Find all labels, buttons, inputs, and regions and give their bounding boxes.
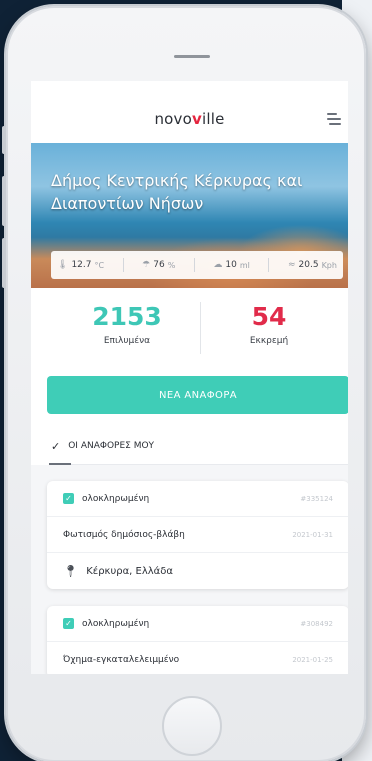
stats-divider — [200, 302, 201, 354]
municipality-hero: Δήμος Κεντρικής Κέρκυρας και Διαποντίων … — [31, 143, 348, 288]
checkmark-icon: ✓ — [51, 439, 61, 453]
report-title-row: Όχημα-εγκαταλελειμμένο 2021-01-25 — [47, 642, 348, 674]
wind-icon: ≈ — [287, 260, 296, 270]
new-report-button[interactable]: ΝΕΑ ΑΝΑΦΟΡΑ — [47, 376, 348, 414]
report-location: Κέρκυρα, Ελλάδα — [86, 565, 173, 577]
novoville-logo: novoville — [154, 110, 225, 128]
completed-check-icon: ✓ — [63, 493, 74, 504]
rain-item: ☁︎ 10 ml — [213, 260, 250, 270]
municipality-title: Δήμος Κεντρικής Κέρκυρας και Διαποντίων … — [51, 171, 303, 213]
pending-count: 54 — [251, 302, 287, 331]
tab-my-reports[interactable]: ✓ ΟΙ ΑΝΑΦΟΡΕΣ ΜΟΥ — [51, 436, 154, 456]
report-card[interactable]: ✓ ολοκληρωμένη #335124 Φωτισμός δημόσιος… — [47, 481, 348, 589]
humidity-item: ☂︎ 76% — [142, 260, 176, 270]
report-location-row: 📍︎ Κέρκυρα, Ελλάδα — [47, 553, 348, 589]
menu-icon[interactable] — [327, 113, 343, 125]
report-id: #335124 — [300, 494, 333, 503]
report-date: 2021-01-25 — [292, 656, 333, 664]
tab-my-reports-label: ΟΙ ΑΝΑΦΟΡΕΣ ΜΟΥ — [68, 441, 155, 451]
report-status: ολοκληρωμένη — [82, 618, 150, 629]
weather-bar: 🌡︎ 12.7 °C ☂︎ 76% ☁︎ 10 ml ≈ 20.5 Kph — [51, 251, 343, 279]
stats-panel: 2153 Επιλυμένα 54 Εκκρεμή — [31, 288, 348, 376]
solved-count: 2153 — [92, 302, 162, 331]
report-title: Φωτισμός δημόσιος-βλάβη — [63, 529, 185, 540]
app-header: novoville — [31, 81, 348, 143]
solved-stat[interactable]: 2153 Επιλυμένα — [67, 302, 187, 346]
home-button[interactable] — [162, 696, 222, 756]
mute-switch — [2, 126, 6, 154]
temperature-item: 🌡︎ 12.7 °C — [57, 260, 105, 270]
thermometer-icon: 🌡︎ — [57, 260, 69, 270]
report-id: #308492 — [300, 619, 333, 628]
report-title-row: Φωτισμός δημόσιος-βλάβη 2021-01-31 — [47, 517, 348, 553]
report-status-row: ✓ ολοκληρωμένη #335124 — [47, 481, 348, 517]
humidity-icon: ☂︎ — [142, 260, 151, 270]
app-screen: novoville Δήμος Κεντρικής Κέρκυρας και Δ… — [31, 81, 348, 674]
pending-label: Εκκρεμή — [249, 336, 289, 346]
wind-item: ≈ 20.5 Kph — [287, 260, 337, 270]
report-title: Όχημα-εγκαταλελειμμένο — [63, 655, 180, 665]
completed-check-icon: ✓ — [63, 618, 74, 629]
solved-label: Επιλυμένα — [103, 336, 151, 346]
report-date: 2021-01-31 — [292, 530, 333, 539]
volume-up-button — [2, 176, 6, 226]
rain-icon: ☁︎ — [213, 260, 223, 270]
location-pin-icon: 📍︎ — [63, 564, 79, 578]
report-card[interactable]: ✓ ολοκληρωμένη #308492 Όχημα-εγκαταλελει… — [47, 606, 348, 674]
report-status: ολοκληρωμένη — [82, 493, 150, 504]
report-status-row: ✓ ολοκληρωμένη #308492 — [47, 606, 348, 642]
volume-down-button — [2, 238, 6, 288]
phone-speaker — [174, 55, 210, 58]
pending-stat[interactable]: 54 Εκκρεμή — [209, 302, 329, 346]
